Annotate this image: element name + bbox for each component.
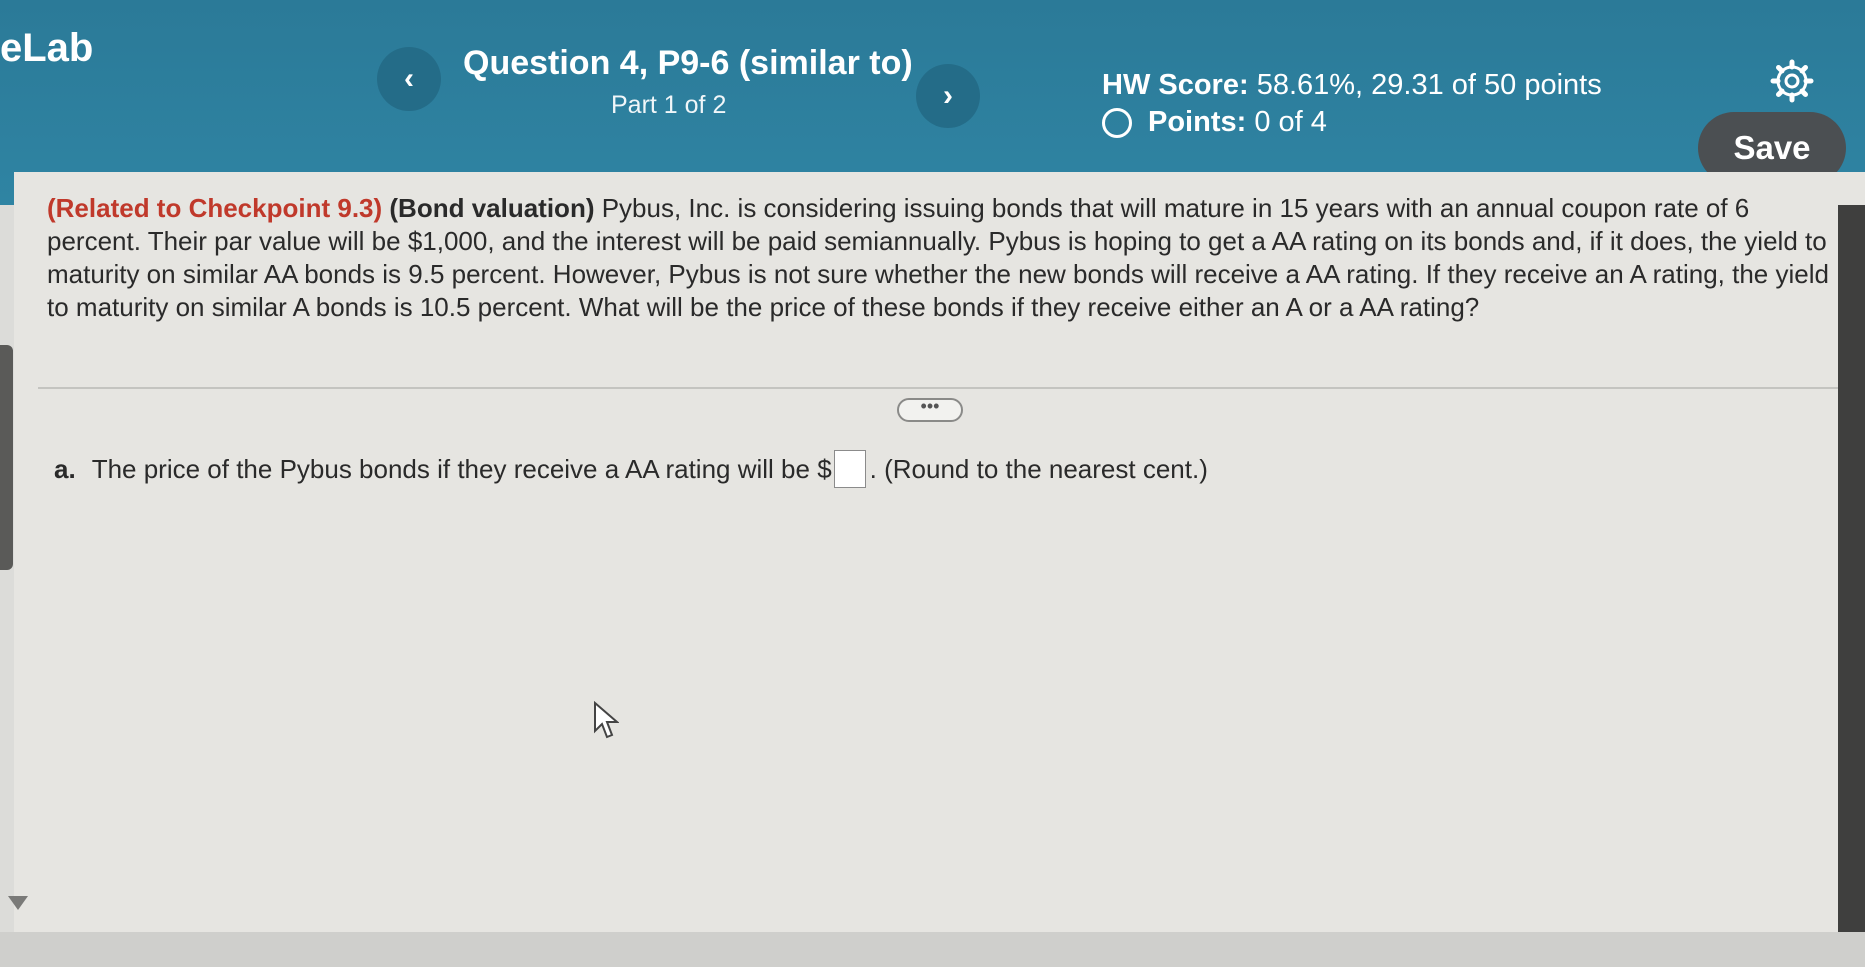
part-a-text-before: The price of the Pybus bonds if they rec… xyxy=(91,453,832,484)
points-label: Points: xyxy=(1148,106,1247,138)
app-brand: eLab xyxy=(0,26,94,70)
chevron-left-icon: ‹ xyxy=(404,62,414,95)
screen-bezel xyxy=(1838,205,1865,967)
points-value: 0 of 4 xyxy=(1254,106,1327,138)
scroll-down-arrow-icon[interactable] xyxy=(8,896,28,910)
part-a-question: a. The price of the Pybus bonds if they … xyxy=(54,450,1208,488)
part-a-label: a. xyxy=(54,453,76,484)
problem-topic: (Bond valuation) xyxy=(389,193,595,223)
question-part: Part 1 of 2 xyxy=(611,91,727,119)
expand-more-button[interactable]: ••• xyxy=(897,397,963,422)
scrollbar-thumb[interactable] xyxy=(0,345,13,570)
hw-score: HW Score: 58.61%, 29.31 of 50 points xyxy=(1102,69,1602,102)
hw-score-label: HW Score: xyxy=(1102,69,1249,101)
answer-input[interactable] xyxy=(833,450,866,488)
problem-statement: (Related to Checkpoint 9.3) (Bond valuat… xyxy=(47,192,1847,324)
divider xyxy=(38,387,1848,389)
gear-icon[interactable] xyxy=(1770,59,1814,103)
related-checkpoint-link[interactable]: (Related to Checkpoint 9.3) xyxy=(47,193,382,223)
points-status: Points: 0 of 4 xyxy=(1102,106,1327,139)
part-a-text-after: . (Round to the nearest cent.) xyxy=(869,453,1208,484)
hw-score-value: 58.61%, 29.31 of 50 points xyxy=(1256,69,1602,101)
mouse-cursor-icon xyxy=(594,701,619,739)
circle-icon xyxy=(1102,107,1132,138)
question-content: (Related to Checkpoint 9.3) (Bond valuat… xyxy=(14,172,1865,932)
bottom-bar xyxy=(0,932,1865,967)
chevron-right-icon: › xyxy=(943,79,953,112)
previous-question-button[interactable]: ‹ xyxy=(377,47,441,111)
question-title: Question 4, P9-6 (similar to) xyxy=(463,44,913,82)
next-question-button[interactable]: › xyxy=(916,64,980,128)
